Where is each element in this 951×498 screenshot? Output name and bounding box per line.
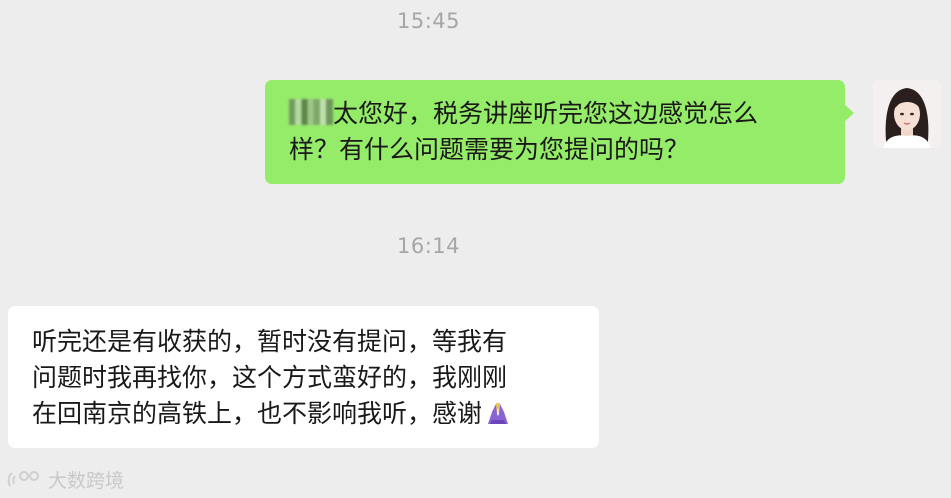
message-line: 太您好，税务讲座听完您这边感觉怎么 [289, 96, 827, 132]
message-text: 在回南京的高铁上，也不影响我听，感谢 [32, 399, 483, 428]
watermark-text: 大数跨境 [48, 470, 125, 492]
message-line: 在回南京的高铁上，也不影响我听，感谢 [32, 396, 581, 436]
sound-wave-logo-icon [7, 470, 39, 486]
timestamp: 16:14 [396, 234, 461, 258]
timestamp: 15:45 [396, 9, 461, 33]
message-text: 太您好，税务讲座听完您这边感觉怎么 [333, 99, 759, 128]
received-message-bubble[interactable]: 听完还是有收获的，暂时没有提问，等我有 问题时我再找你，这个方式蛮好的，我刚刚 … [8, 306, 599, 448]
folded-hands-icon [484, 398, 512, 436]
watermark: 大数跨境 [6, 466, 124, 493]
sent-message-bubble[interactable]: 太您好，税务讲座听完您这边感觉怎么 样？有什么问题需要为您提问的吗？ [265, 80, 854, 184]
message-line: 听完还是有收获的，暂时没有提问，等我有 [32, 327, 508, 356]
message-line: 问题时我再找你，这个方式蛮好的，我刚刚 [32, 363, 508, 392]
avatar-icon [873, 80, 941, 148]
redacted-name [289, 99, 333, 125]
user-avatar[interactable] [873, 80, 941, 148]
message-line: 样？有什么问题需要为您提问的吗？ [289, 135, 690, 164]
